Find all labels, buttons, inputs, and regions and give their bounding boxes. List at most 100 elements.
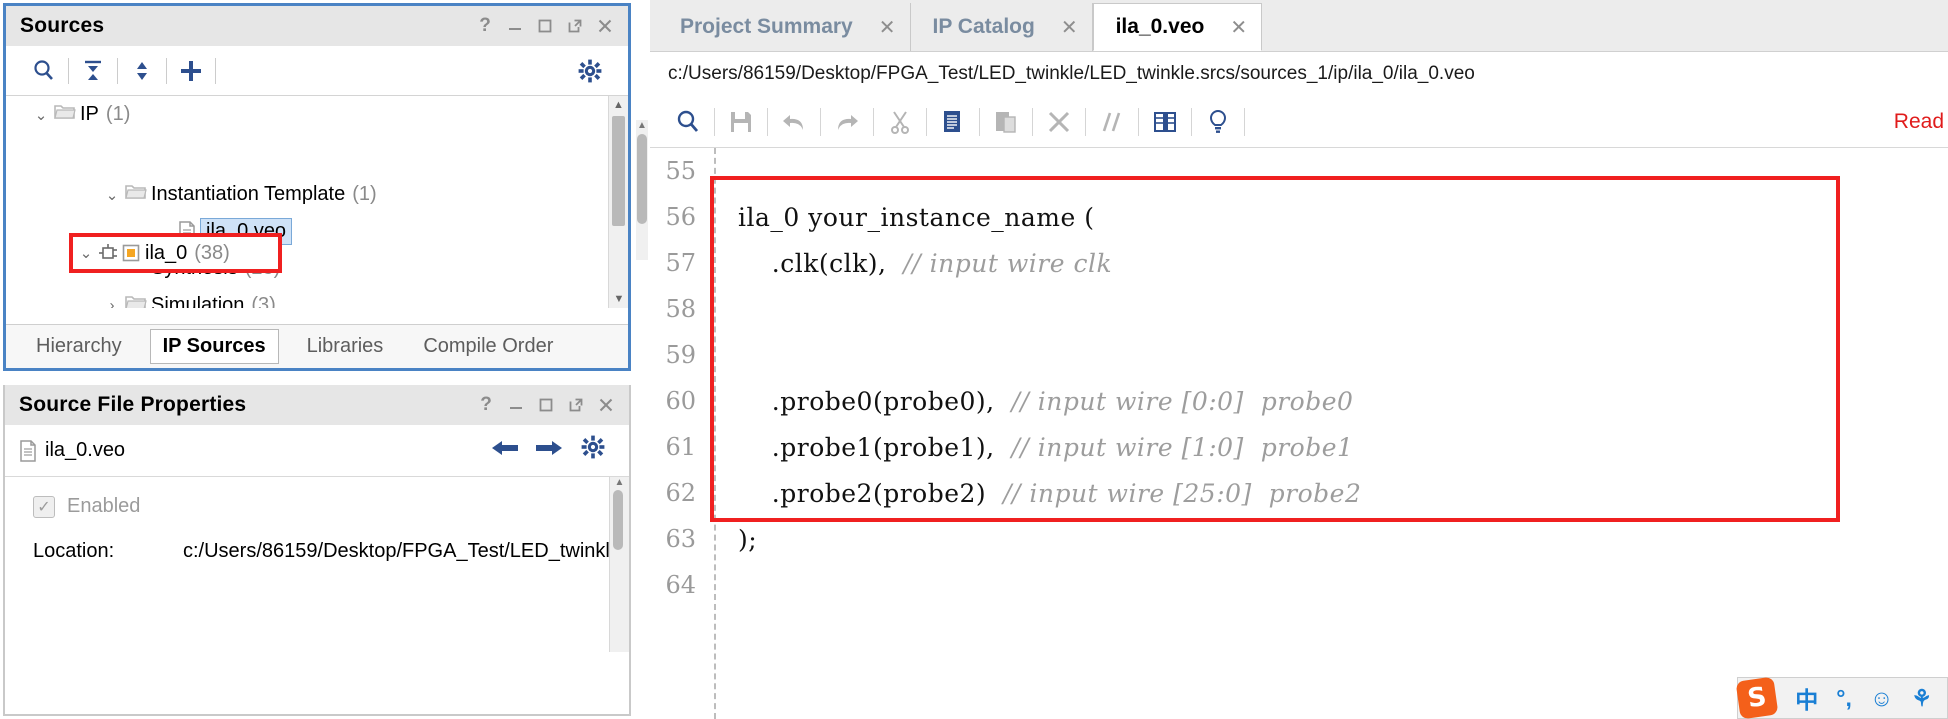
settings-gear-icon[interactable] [571,434,615,467]
copy-icon[interactable] [927,100,979,144]
close-icon[interactable]: ✕ [879,15,896,40]
source-file-properties-panel: Source File Properties ? ila_0.veo ✓ Ena… [3,385,631,716]
close-icon[interactable] [591,390,621,420]
properties-titlebar: Source File Properties ? [5,385,629,425]
line-comment: // input wire [25:0] probe2 [1003,478,1362,508]
close-icon[interactable]: ✕ [1061,15,1078,40]
tree-item-label: Simulation [151,294,245,308]
file-icon [19,439,37,462]
tab-compile-order[interactable]: Compile Order [411,330,565,363]
tab-ip-catalog[interactable]: IP Catalog ✕ [910,3,1093,51]
tab-ip-sources[interactable]: IP Sources [149,329,279,364]
chinese-mode-icon[interactable]: 中 [1786,681,1827,715]
location-label: Location: [33,540,115,562]
scroll-up-icon[interactable]: ▲ [610,477,629,488]
line-code[interactable]: ila_0 your_instance_name ( [712,203,1094,232]
line-comment: // input wire [0:0] probe0 [1011,386,1354,416]
sources-tree[interactable]: ⌄ IP (1) ⌄ ila_0 (38) ⌄ Instantiation Te… [6,96,628,308]
properties-file-row: ila_0.veo [5,425,629,477]
save-icon[interactable] [715,100,767,144]
comment-icon[interactable] [1086,100,1138,144]
sources-panel-tabs: Hierarchy IP Sources Libraries Compile O… [6,324,628,368]
line-number: 60 [665,387,696,415]
maximize-icon[interactable] [530,11,560,41]
tree-scrollbar[interactable]: ▲ ▼ [608,96,628,308]
punctuation-icon[interactable]: °, [1827,685,1861,712]
enabled-label: Enabled [67,495,141,517]
tab-project-summary[interactable]: Project Summary ✕ [658,3,911,51]
float-icon[interactable] [560,11,590,41]
tab-label: ila_0.veo [1115,15,1205,38]
file-path-text: c:/Users/86159/Desktop/FPGA_Test/LED_twi… [668,63,1475,84]
forward-arrow-icon[interactable] [527,435,571,466]
location-value: c:/Users/86159/Desktop/FPGA_Test/LED_twi… [183,540,621,562]
help-icon[interactable]: ? [471,390,501,420]
ip-core-icon [97,243,119,263]
enabled-checkbox[interactable]: ✓ [33,495,55,518]
redo-icon[interactable] [821,100,873,144]
properties-scrollbar[interactable]: ▲ [609,477,629,652]
cut-icon[interactable] [874,100,926,144]
chevron-down-icon[interactable]: ⌄ [101,186,123,204]
undo-icon[interactable] [768,100,820,144]
columns-icon[interactable] [1139,100,1191,144]
expand-all-icon[interactable] [118,51,166,91]
code-editor[interactable]: 55 56 ila_0 your_instance_name ( 57 .clk… [650,148,1948,719]
code-line: 60 .probe0(probe0), // input wire [0:0] … [650,378,1948,424]
tree-row[interactable]: ⌄ IP (1) [6,96,628,133]
scroll-down-icon[interactable]: ▼ [609,290,628,308]
minimize-icon[interactable] [501,390,531,420]
collapse-all-icon[interactable] [69,51,117,91]
left-docked-panels: Sources ? ⌄ IP (1) ⌄ ila_0 (38) ⌄ Instan… [0,0,648,719]
sources-toolbar [6,46,628,96]
editor-area: Project Summary ✕ IP Catalog ✕ ila_0.veo… [650,0,1948,719]
find-icon[interactable] [662,100,714,144]
voice-input-icon[interactable]: ⚘ [1902,685,1941,712]
emoji-icon[interactable]: ☺ [1861,685,1902,712]
float-icon[interactable] [561,390,591,420]
line-code[interactable]: .probe1(probe1), [712,433,1012,462]
toolbar-separator [215,57,216,84]
close-icon[interactable] [590,11,620,41]
search-icon[interactable] [20,51,68,91]
scrollbar-thumb[interactable] [637,134,647,224]
ime-toolbar[interactable]: S 中 °, ☺ ⚘ [1735,676,1948,719]
maximize-icon[interactable] [531,390,561,420]
bulb-icon[interactable] [1192,100,1244,144]
tab-hierarchy[interactable]: Hierarchy [24,330,134,363]
tree-row-spacer-ila0 [6,133,628,176]
add-sources-icon[interactable] [167,51,215,91]
panel-divider-scrollbar[interactable]: ▲ [636,120,648,260]
settings-gear-icon[interactable] [566,51,614,91]
location-row: Location: c:/Users/86159/Desktop/FPGA_Te… [5,518,629,563]
line-code[interactable]: .probe2(probe2) [712,479,1003,508]
enabled-row[interactable]: ✓ Enabled [5,477,629,518]
tree-row[interactable]: ⌄ Instantiation Template (1) [6,176,628,213]
properties-panel-title: Source File Properties [19,393,247,416]
chevron-down-icon[interactable]: ⌄ [30,106,52,124]
scroll-up-icon[interactable]: ▲ [609,96,628,114]
tab-libraries[interactable]: Libraries [295,330,396,363]
line-code[interactable]: .clk(clk), [712,249,903,278]
tree-item-label: IP [80,103,99,125]
tree-item-count: (38) [194,241,230,264]
scrollbar-thumb[interactable] [612,116,625,226]
scroll-up-icon[interactable]: ▲ [636,120,648,131]
delete-icon[interactable] [1033,100,1085,144]
chevron-right-icon[interactable]: › [101,297,123,308]
line-code[interactable]: ); [712,525,757,554]
help-icon[interactable]: ? [470,11,500,41]
tree-item-count: (1) [105,103,131,125]
tree-item-count: (1) [352,183,377,205]
scrollbar-thumb[interactable] [613,490,623,550]
chevron-down-icon[interactable]: ⌄ [75,244,97,262]
properties-file-name: ila_0.veo [45,439,126,461]
tab-ila0-veo[interactable]: ila_0.veo ✕ [1092,3,1263,51]
back-arrow-icon[interactable] [483,435,527,466]
tree-row[interactable]: › Simulation (3) [6,287,628,308]
sogou-logo-icon[interactable]: S [1735,676,1779,719]
close-icon[interactable]: ✕ [1230,15,1247,40]
paste-icon[interactable] [980,100,1032,144]
line-code[interactable]: .probe0(probe0), [712,387,1012,416]
minimize-icon[interactable] [500,11,530,41]
